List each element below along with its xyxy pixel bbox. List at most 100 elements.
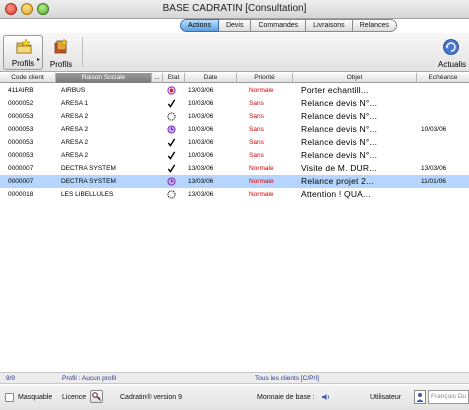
col-date[interactable]: Date bbox=[185, 73, 237, 83]
col-echeance[interactable]: Echéance bbox=[417, 73, 469, 83]
monnaie-label: Monnaie de base : bbox=[257, 394, 315, 401]
client-filter-status[interactable]: Tous les clients [C/P/I] bbox=[255, 373, 319, 384]
cell-objet: Relance devis N°... bbox=[301, 124, 378, 134]
table-row[interactable]: 0000018 LES LIBELLULES 13/03/06 Normale … bbox=[0, 188, 469, 201]
cell-code-client: 0000053 bbox=[8, 139, 34, 146]
status-cell bbox=[163, 175, 179, 188]
cell-priorite: Normale bbox=[249, 191, 274, 198]
cell-raison-sociale: ARESA 2 bbox=[61, 113, 89, 120]
status-cell bbox=[163, 110, 179, 123]
tab-actions[interactable]: Actions bbox=[180, 19, 219, 32]
col-etat[interactable]: Etat bbox=[163, 73, 185, 83]
profils-button[interactable]: Profils bbox=[46, 35, 76, 70]
status-cell bbox=[163, 136, 179, 149]
table-row[interactable]: 411AIRB AIRBUS 13/03/06 Normale Porter e… bbox=[0, 84, 469, 97]
cell-code-client: 0000053 bbox=[8, 152, 34, 159]
table-row[interactable]: 0000052 ARESA 1 10/03/06 Sans Relance de… bbox=[0, 97, 469, 110]
cell-priorite: Sans bbox=[249, 113, 264, 120]
check-icon bbox=[167, 99, 175, 108]
cell-code-client: 0000053 bbox=[8, 126, 34, 133]
masquable-checkbox[interactable] bbox=[5, 393, 14, 402]
cell-objet: Relance devis N°... bbox=[301, 111, 378, 121]
table-row[interactable]: 0000007 DECTRA SYSTEM 13/03/06 Normale V… bbox=[0, 162, 469, 175]
col-objet[interactable]: Objet bbox=[293, 73, 417, 83]
cell-date: 13/03/06 bbox=[188, 178, 214, 185]
table-row[interactable]: 0000053 ARESA 2 10/03/06 Sans Relance de… bbox=[0, 123, 469, 136]
tab-livraisons[interactable]: Livraisons bbox=[306, 19, 353, 32]
status-cell bbox=[163, 97, 179, 110]
cell-date: 13/03/06 bbox=[188, 87, 214, 94]
cell-priorite: Sans bbox=[249, 100, 264, 107]
cell-echeance bbox=[421, 136, 466, 149]
cell-code-client: 0000018 bbox=[8, 191, 34, 198]
cell-raison-sociale: ARESA 1 bbox=[61, 100, 89, 107]
profils-dropdown-label: Profils bbox=[11, 59, 35, 68]
cell-date: 13/03/06 bbox=[188, 191, 214, 198]
profil-status[interactable]: Profil : Aucun profil bbox=[62, 373, 116, 384]
cell-raison-sociale: ARESA 2 bbox=[61, 139, 89, 146]
table-row[interactable]: 0000053 ARESA 2 10/03/06 Sans Relance de… bbox=[0, 136, 469, 149]
status-bar: 9/9 Profil : Aucun profil Tous les clien… bbox=[0, 372, 469, 384]
cell-priorite: Sans bbox=[249, 126, 264, 133]
actualiser-button[interactable]: Actualis bbox=[434, 35, 469, 70]
tab-devis[interactable]: Devis bbox=[218, 19, 252, 32]
cell-raison-sociale: AIRBUS bbox=[61, 87, 86, 94]
profils-label: Profils bbox=[49, 60, 73, 69]
cell-echeance: 10/03/06 bbox=[421, 126, 447, 133]
cell-priorite: Sans bbox=[249, 152, 264, 159]
cell-objet: Relance devis N°... bbox=[301, 150, 378, 160]
cell-date: 13/03/06 bbox=[188, 165, 214, 172]
cell-echeance bbox=[421, 97, 466, 110]
profiles-icon bbox=[54, 38, 69, 54]
title-bar: BASE CADRATIN [Consultation] bbox=[0, 0, 469, 19]
masquable-label: Masquable bbox=[18, 394, 53, 401]
cell-date: 10/03/06 bbox=[188, 139, 214, 146]
cell-raison-sociale: ARESA 2 bbox=[61, 152, 89, 159]
col-priorite[interactable]: Priorité bbox=[237, 73, 293, 83]
cell-objet: Attention ! QUA... bbox=[301, 189, 371, 199]
person-icon bbox=[416, 393, 424, 402]
cell-code-client: 0000007 bbox=[8, 165, 34, 172]
cell-date: 10/03/06 bbox=[188, 126, 214, 133]
profils-dropdown-button[interactable]: ▸ Profils bbox=[3, 35, 43, 70]
table-header: Code client Raison Sociale ... Etat Date… bbox=[0, 73, 469, 83]
cell-raison-sociale: LES LIBELLULES bbox=[61, 191, 114, 198]
cell-objet: Visite de M. DUR... bbox=[301, 163, 377, 173]
cell-date: 10/03/06 bbox=[188, 152, 214, 159]
cell-code-client: 0000052 bbox=[8, 100, 34, 107]
window-title: BASE CADRATIN [Consultation] bbox=[162, 3, 307, 14]
folder-star-icon bbox=[16, 38, 32, 54]
cell-code-client: 0000007 bbox=[8, 178, 34, 185]
cell-echeance bbox=[421, 149, 466, 162]
user-document-icon[interactable] bbox=[414, 390, 426, 404]
cell-echeance: 11/01/06 bbox=[421, 178, 446, 185]
cell-priorite: Normale bbox=[249, 165, 274, 172]
speaker-icon[interactable] bbox=[322, 393, 330, 401]
table-row-selected[interactable]: 0000007 DECTRA SYSTEM 13/03/06 Normale R… bbox=[0, 175, 469, 188]
check-icon bbox=[167, 164, 175, 173]
version-label: Cadratin® version 9 bbox=[120, 394, 182, 401]
key-icon bbox=[92, 392, 101, 401]
status-cell bbox=[163, 188, 179, 201]
tab-relances[interactable]: Relances bbox=[352, 19, 397, 32]
clock-purple-icon bbox=[166, 177, 176, 186]
tab-commandes[interactable]: Commandes bbox=[251, 19, 307, 32]
clock-icon bbox=[166, 112, 176, 121]
col-raison-sociale[interactable]: Raison Sociale bbox=[56, 73, 152, 83]
cell-date: 10/03/06 bbox=[188, 113, 214, 120]
cell-objet: Relance projet 2... bbox=[301, 176, 374, 186]
col-code-client[interactable]: Code client bbox=[0, 73, 56, 83]
status-cell bbox=[163, 149, 179, 162]
cell-echeance bbox=[421, 84, 466, 97]
toolbar: ▸ Profils Profils Actualis bbox=[0, 33, 469, 72]
status-cell bbox=[163, 162, 179, 175]
licence-button[interactable] bbox=[90, 390, 103, 403]
cell-date: 10/03/06 bbox=[188, 100, 214, 107]
utilisateur-label: Utilisateur bbox=[370, 394, 402, 401]
col-more[interactable]: ... bbox=[152, 73, 163, 83]
cell-raison-sociale: ARESA 2 bbox=[61, 126, 89, 133]
actualiser-label: Actualis bbox=[438, 60, 467, 69]
utilisateur-field[interactable]: François Du bbox=[428, 390, 469, 404]
table-row[interactable]: 0000053 ARESA 2 10/03/06 Sans Relance de… bbox=[0, 149, 469, 162]
table-row[interactable]: 0000053 ARESA 2 10/03/06 Sans Relance de… bbox=[0, 110, 469, 123]
